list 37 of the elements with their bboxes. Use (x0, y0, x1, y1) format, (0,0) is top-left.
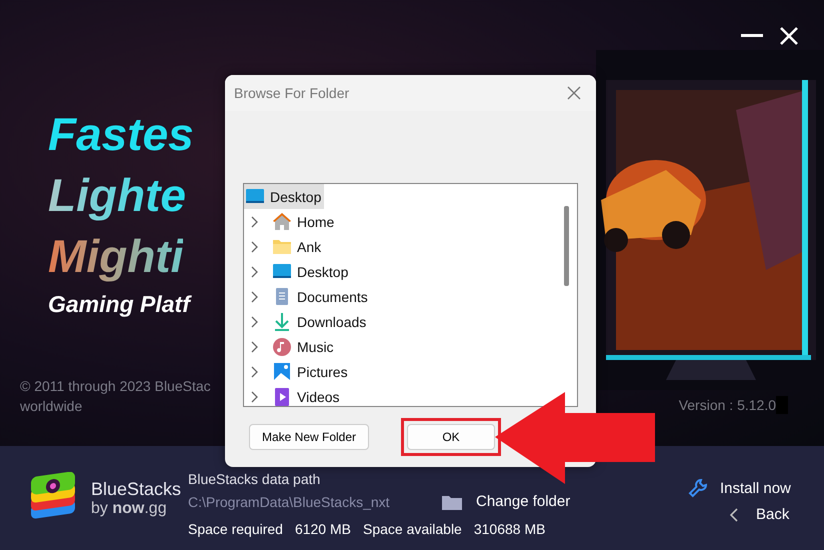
space-value: 310688 MB (474, 521, 546, 537)
house-icon (272, 212, 292, 232)
image-icon (272, 362, 292, 382)
copyright-text: © 2011 through 2023 BlueStac (20, 377, 211, 396)
headline: Fastes (48, 107, 194, 162)
brand-name: BlueStacks (91, 478, 182, 500)
folder-icon (442, 494, 462, 510)
space-value: 6120 MB (294, 521, 351, 537)
music-note-icon (272, 336, 292, 356)
new-folder-button[interactable]: Make New Folder (249, 424, 369, 450)
tree-item[interactable]: Music (271, 334, 337, 359)
tree-item[interactable]: Videos (271, 384, 343, 406)
path-text: C:\ProgramData\BlueStacks_nxt (188, 494, 391, 510)
dialog-title: Browse For Folder (234, 85, 350, 101)
tree-item[interactable]: Desktop (271, 259, 352, 284)
tree-item[interactable]: Desktop (244, 184, 324, 209)
minimize-icon[interactable] (741, 34, 763, 38)
tree-item[interactable]: Pictures (271, 359, 351, 384)
copyright-text: worldwide (20, 397, 84, 416)
tree-item[interactable]: Ank (271, 234, 324, 259)
scroll-thumb[interactable] (564, 206, 569, 286)
chevron-left-icon (730, 508, 738, 522)
tagline: Gaming Platf (48, 291, 190, 318)
change-folder-button[interactable]: Change folder (442, 493, 570, 510)
space-label: Space available (363, 521, 462, 537)
wrench-icon (688, 478, 708, 498)
back-button[interactable]: Back (688, 506, 791, 523)
space-label: Space required (188, 521, 283, 537)
brand-tagline: by now.gg (91, 500, 168, 518)
version-text: Version : 5.12.0 (678, 397, 776, 413)
download-icon (272, 312, 292, 332)
tree-item[interactable]: Downloads (271, 309, 370, 334)
tree-item[interactable]: Home (271, 209, 338, 234)
install-button[interactable]: Install now (688, 478, 791, 498)
ok-button[interactable]: OK (407, 424, 495, 450)
tree-item[interactable]: Documents (271, 284, 371, 309)
field-label: BlueStacks data path (188, 471, 322, 487)
